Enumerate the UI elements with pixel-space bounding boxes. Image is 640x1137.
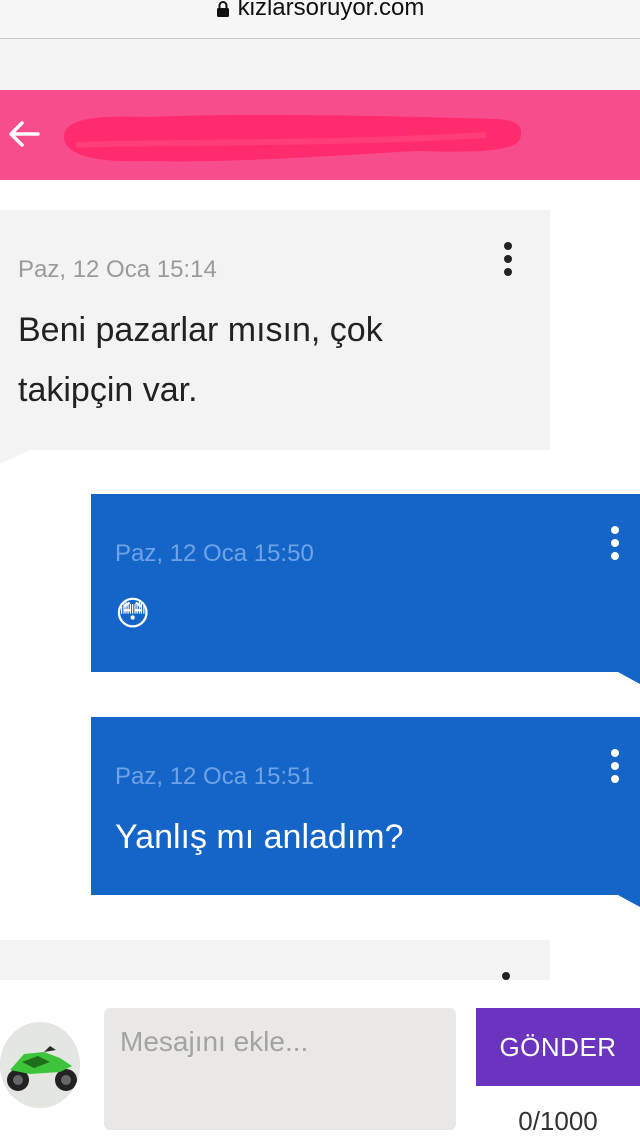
message-outgoing: Paz, 12 Oca 15:50 😳 — [91, 494, 640, 672]
character-counter: 0/1000 — [518, 1106, 598, 1136]
message-options-button[interactable] — [498, 242, 518, 282]
more-vert-icon[interactable] — [502, 972, 510, 980]
bubble-tail — [618, 672, 640, 684]
message-incoming-partial — [0, 940, 550, 980]
message-text: Beni pazarlar mısın, çok takipçin var. — [18, 300, 518, 420]
message-timestamp: Paz, 12 Oca 15:50 — [115, 540, 314, 567]
lock-icon — [216, 0, 229, 17]
message-incoming: Paz, 12 Oca 15:14 Beni pazarlar mısın, ç… — [0, 210, 550, 450]
motorcycle-avatar-image — [0, 1022, 80, 1108]
message-input[interactable] — [104, 1008, 456, 1130]
message-options-button[interactable] — [605, 749, 625, 789]
redacted-username — [63, 114, 522, 162]
message-options-button[interactable] — [605, 526, 625, 566]
browser-url-bar[interactable]: kizlarsoruyor.com — [0, 0, 640, 39]
avatar[interactable] — [0, 1022, 80, 1108]
back-button[interactable] — [4, 114, 44, 154]
more-vert-icon — [504, 242, 512, 250]
bubble-tail — [0, 450, 30, 464]
message-emoji: 😳 — [115, 595, 151, 633]
message-timestamp: Paz, 12 Oca 15:14 — [18, 256, 217, 283]
chat-thread[interactable]: Paz, 12 Oca 15:14 Beni pazarlar mısın, ç… — [0, 180, 640, 980]
message-text-line: Beni pazarlar mısın, çok — [18, 311, 383, 349]
url-display[interactable]: kizlarsoruyor.com — [0, 0, 640, 22]
message-timestamp: Paz, 12 Oca 15:51 — [115, 763, 314, 790]
message-outgoing: Paz, 12 Oca 15:51 Yanlış mı anladım? — [91, 717, 640, 895]
browser-spacer — [0, 39, 640, 90]
send-button[interactable]: GÖNDER — [476, 1008, 640, 1086]
url-text: kizlarsoruyor.com — [237, 0, 425, 21]
more-vert-icon — [611, 526, 619, 534]
message-text: Yanlış mı anladım? — [115, 818, 404, 856]
back-arrow-icon — [9, 121, 40, 147]
message-composer: GÖNDER 0/1000 — [0, 980, 640, 1136]
more-vert-icon — [611, 749, 619, 757]
bubble-tail — [618, 895, 640, 907]
message-text-line: takipçin var. — [18, 371, 198, 409]
